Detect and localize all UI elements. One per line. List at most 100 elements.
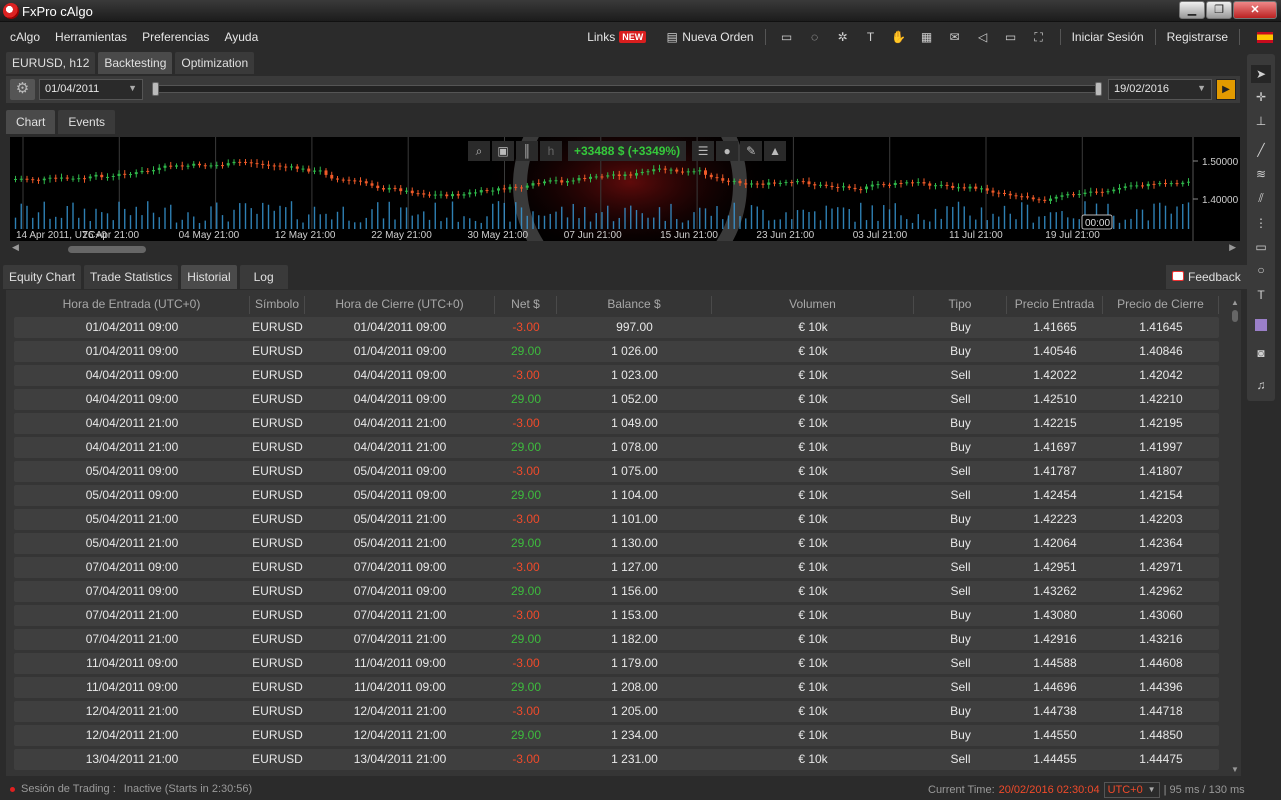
fan-icon[interactable]: ≋ [1251, 165, 1271, 183]
robot-icon[interactable]: ● [716, 141, 739, 161]
table-row[interactable]: 07/04/2011 21:00 EURUSD 07/04/2011 21:00 -3… [14, 603, 1219, 627]
table-row[interactable]: 05/04/2011 09:00 EURUSD 05/04/2011 09:00 -3… [14, 459, 1219, 483]
column-header[interactable]: Balance $ [557, 296, 712, 314]
column-header[interactable]: Hora de Entrada (UTC+0) [14, 296, 250, 314]
alert-bell-icon[interactable]: ♫ [1251, 376, 1271, 394]
table-row[interactable]: 11/04/2011 09:00 EURUSD 11/04/2011 09:00 -3… [14, 651, 1219, 675]
drawing-icon[interactable]: ✎ [740, 141, 763, 161]
table-row[interactable]: 13/04/2011 21:00 EURUSD 13/04/2011 21:00 -3… [14, 747, 1219, 771]
table-vertical-scrollbar[interactable]: ▲ ▼ [1230, 298, 1240, 774]
table-row[interactable]: 04/04/2011 09:00 EURUSD 04/04/2011 09:00 -3… [14, 363, 1219, 387]
tab-eurusd-h12[interactable]: EURUSD, h12 [6, 52, 96, 74]
chat-icon[interactable]: ◌ [805, 28, 825, 46]
menu-calgo[interactable]: cAlgo [10, 30, 40, 44]
hand-icon[interactable]: ✋ [889, 28, 909, 46]
chart-settings-icon[interactable]: ▣ [492, 141, 514, 161]
indicators-icon[interactable]: ☰ [692, 141, 715, 161]
column-header[interactable]: Símbolo [250, 296, 305, 314]
tab-optimization[interactable]: Optimization [175, 52, 255, 74]
channel-icon[interactable]: ⫽ [1251, 189, 1271, 207]
column-header[interactable]: Precio de Cierre [1103, 296, 1219, 314]
column-header[interactable]: Precio Entrada [1007, 296, 1103, 314]
sound-icon[interactable]: ◁ [973, 28, 993, 46]
table-row[interactable]: 07/04/2011 09:00 EURUSD 07/04/2011 09:00 29… [14, 579, 1219, 603]
scroll-thumb[interactable] [1232, 310, 1238, 322]
register-link[interactable]: Registrarse [1167, 30, 1228, 44]
play-button[interactable]: ▶ [1216, 79, 1236, 100]
text-tool-icon[interactable]: T [861, 28, 881, 46]
timezone-select[interactable]: UTC+0 ▼ [1103, 782, 1160, 798]
table-row[interactable]: 04/04/2011 09:00 EURUSD 04/04/2011 09:00 29… [14, 387, 1219, 411]
zoom-icon[interactable]: ⌕ [468, 141, 490, 161]
cursor-arrow-icon[interactable]: ➤ [1251, 65, 1271, 83]
range-start-handle[interactable] [152, 82, 159, 96]
table-row[interactable]: 05/04/2011 21:00 EURUSD 05/04/2011 21:00 -3… [14, 507, 1219, 531]
candle-body [301, 168, 305, 170]
scroll-down-icon[interactable]: ▼ [1231, 765, 1239, 774]
menu-preferencias[interactable]: Preferencias [142, 30, 209, 44]
feedback-button[interactable]: Feedback [1166, 265, 1247, 289]
new-order-button[interactable]: ▤ Nueva Orden [662, 28, 754, 46]
window-layout-icon[interactable]: ▭ [1001, 28, 1021, 46]
price-chart[interactable]: 1.50000 1.40000 14 Apr 2011, UTC+0 26 Apr 2… [10, 137, 1240, 241]
backtest-settings-gear-icon[interactable]: ⚙ [10, 79, 35, 100]
tab-events[interactable]: Events [58, 110, 116, 134]
measure-icon[interactable]: ⊥ [1251, 112, 1271, 130]
end-date-select[interactable]: 19/02/2016 ▼ [1108, 79, 1212, 100]
crosshair-icon[interactable]: ✛ [1251, 88, 1271, 106]
table-row[interactable]: 07/04/2011 09:00 EURUSD 07/04/2011 09:00 -3… [14, 555, 1219, 579]
fullscreen-icon[interactable]: ⛶ [1029, 28, 1049, 46]
column-header[interactable]: Net $ [495, 296, 557, 314]
table-row[interactable]: 01/04/2011 09:00 EURUSD 01/04/2011 09:00 -3… [14, 315, 1219, 339]
login-link[interactable]: Iniciar Sesión [1072, 30, 1144, 44]
tab-historial[interactable]: Historial [181, 265, 237, 289]
menu-herramientas[interactable]: Herramientas [55, 30, 127, 44]
table-row[interactable]: 05/04/2011 21:00 EURUSD 05/04/2011 21:00 29… [14, 531, 1219, 555]
video-icon[interactable]: ▭ [777, 28, 797, 46]
date-range-slider[interactable] [152, 82, 1102, 96]
maximize-button[interactable]: ❐ [1206, 1, 1232, 19]
scroll-left-icon[interactable]: ◀ [12, 242, 19, 253]
column-header[interactable]: Hora de Cierre (UTC+0) [305, 296, 495, 314]
candle-body [1095, 191, 1098, 193]
column-header[interactable]: Tipo [914, 296, 1007, 314]
tab-trade-statistics[interactable]: Trade Statistics [84, 265, 179, 289]
minimize-button[interactable]: ▁ [1179, 1, 1205, 19]
table-row[interactable]: 05/04/2011 09:00 EURUSD 05/04/2011 09:00 29… [14, 483, 1219, 507]
tab-log[interactable]: Log [239, 265, 288, 289]
table-row[interactable]: 04/04/2011 21:00 EURUSD 04/04/2011 21:00 29… [14, 435, 1219, 459]
timeframe-icon[interactable]: h [540, 141, 562, 161]
table-row[interactable]: 07/04/2011 21:00 EURUSD 07/04/2011 21:00 29… [14, 627, 1219, 651]
table-row[interactable]: 04/04/2011 21:00 EURUSD 04/04/2011 21:00 -3… [14, 411, 1219, 435]
trend-line-icon[interactable]: ╱ [1251, 141, 1271, 159]
tab-equity-chart[interactable]: Equity Chart [3, 265, 82, 289]
settings-gear-icon[interactable]: ✲ [833, 28, 853, 46]
menu-ayuda[interactable]: Ayuda [224, 30, 258, 44]
mail-icon[interactable]: ✉ [945, 28, 965, 46]
table-row[interactable]: 01/04/2011 09:00 EURUSD 01/04/2011 09:00 29… [14, 339, 1219, 363]
tab-chart[interactable]: Chart [6, 110, 56, 134]
table-row[interactable]: 11/04/2011 09:00 EURUSD 11/04/2011 09:00 29… [14, 675, 1219, 699]
template-icon[interactable]: ▲ [764, 141, 787, 161]
column-header[interactable]: Volumen [712, 296, 914, 314]
start-date-select[interactable]: 01/04/2011 ▼ [39, 79, 143, 100]
rectangle-icon[interactable]: ▭ [1251, 238, 1271, 256]
table-row[interactable]: 12/04/2011 21:00 EURUSD 12/04/2011 21:00 29… [14, 723, 1219, 747]
scroll-right-icon[interactable]: ▶ [1229, 242, 1236, 253]
range-end-handle[interactable] [1095, 82, 1102, 96]
ellipse-icon[interactable]: ○ [1251, 261, 1271, 279]
scroll-thumb[interactable] [68, 246, 146, 253]
screenshot-camera-icon[interactable]: ◙ [1251, 344, 1271, 362]
text-icon[interactable]: T [1251, 286, 1271, 304]
tab-backtesting[interactable]: Backtesting [98, 52, 173, 74]
chart-horizontal-scrollbar[interactable]: ◀ ▶ [10, 242, 1240, 256]
table-row[interactable]: 12/04/2011 21:00 EURUSD 12/04/2011 21:00 -3… [14, 699, 1219, 723]
color-swatch[interactable] [1255, 319, 1267, 331]
fibonacci-icon[interactable]: ⋮ [1251, 214, 1271, 232]
scroll-up-icon[interactable]: ▲ [1231, 298, 1239, 307]
links-button[interactable]: Links NEW [587, 30, 647, 44]
candlestick-icon[interactable]: ║ [516, 141, 538, 161]
spanish-flag-icon[interactable] [1257, 31, 1273, 43]
close-button[interactable]: ✕ [1233, 1, 1277, 19]
calculator-icon[interactable]: ▦ [917, 28, 937, 46]
